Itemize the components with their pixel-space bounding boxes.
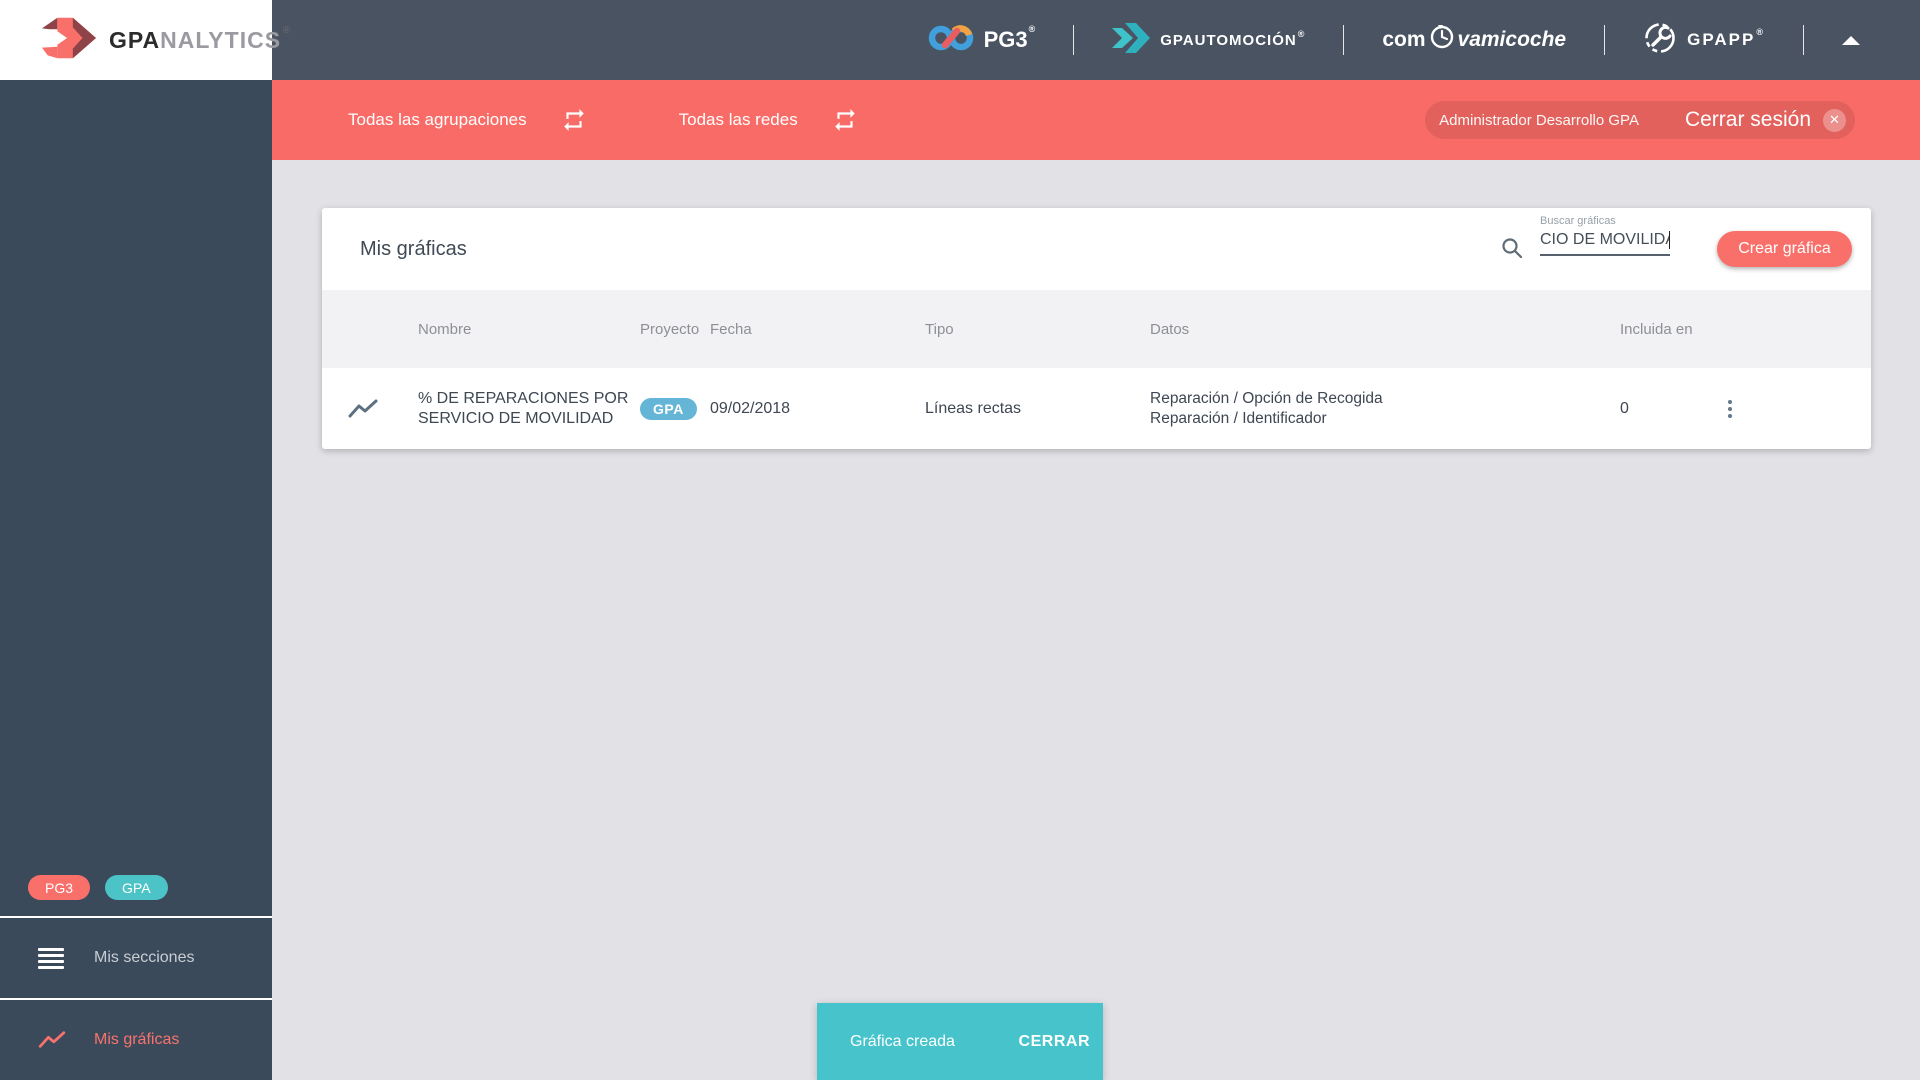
top-header: GPA NALYTICS ® PG3 ® GPAUTOMOCIÓN ® com … xyxy=(0,0,1920,80)
collapse-header-arrow-icon[interactable] xyxy=(1842,35,1860,45)
sidebar-item-label: Mis secciones xyxy=(94,949,195,966)
project-badge: GPA xyxy=(640,397,697,420)
cell-proyecto: GPA xyxy=(640,397,710,420)
swap-redes-icon[interactable] xyxy=(832,107,858,133)
gpanalytics-logo: GPA NALYTICS ® xyxy=(0,0,290,80)
table-row[interactable]: % DE REPARACIONES POR SERVICIO DE MOVILI… xyxy=(322,368,1871,449)
clock-icon xyxy=(1426,24,1458,56)
toast-message: Gráfica creada xyxy=(850,1032,955,1050)
page-title: Mis gráficas xyxy=(360,238,467,260)
menu-icon xyxy=(38,947,68,969)
row-line-chart-icon xyxy=(322,398,418,420)
col-header-nombre: Nombre xyxy=(418,320,472,338)
logout-close-icon[interactable]: ✕ xyxy=(1823,108,1846,132)
cell-datos: Reparación / Opción de Recogida Reparaci… xyxy=(1150,389,1383,427)
card-toolbar: Mis gráficas Buscar gráficas CIO DE MOVI… xyxy=(322,208,1871,290)
table-header-row: Nombre Proyecto Fecha Tipo Datos Incluid… xyxy=(322,290,1871,368)
sidebar-item-mis-graficas[interactable]: Mis gráficas xyxy=(0,1000,272,1080)
gpanalytics-wordmark: GPA NALYTICS ® xyxy=(109,24,292,53)
sidebar-badge-pg3[interactable]: PG3 xyxy=(28,875,91,900)
cell-incluida-en: 0 xyxy=(1620,399,1629,417)
sidebar-badge-gpa[interactable]: GPA xyxy=(105,875,168,900)
search-input[interactable]: CIO DE MOVILIDAD xyxy=(1540,231,1670,256)
divider xyxy=(1803,25,1804,55)
toast-close-button[interactable]: CERRAR xyxy=(1019,1033,1090,1051)
col-header-fecha: Fecha xyxy=(710,320,752,338)
comovamicoche-logo: com vamicoche xyxy=(1382,24,1566,56)
gpautomocion-arrow-icon xyxy=(1112,22,1152,58)
logout-button[interactable]: Cerrar sesión xyxy=(1685,108,1811,132)
divider xyxy=(1604,25,1606,55)
search-field: Buscar gráficas CIO DE MOVILIDAD xyxy=(1540,215,1670,256)
sidebar-item-label: Mis gráficas xyxy=(94,1031,180,1048)
gpanalytics-arrow-icon xyxy=(40,15,96,66)
cell-fecha: 09/02/2018 xyxy=(710,399,791,417)
gpautomocion-logo: GPAUTOMOCIÓN ® xyxy=(1112,22,1305,58)
row-menu-kebab-icon[interactable] xyxy=(1720,399,1740,418)
divider xyxy=(1343,25,1345,55)
swap-agrupaciones-icon[interactable] xyxy=(561,107,587,133)
divider xyxy=(1073,25,1075,55)
user-name: Administrador Desarrollo GPA xyxy=(1439,111,1639,129)
partner-logos: PG3 ® GPAUTOMOCIÓN ® com vamicoche GPAPP… xyxy=(928,21,1920,60)
filters-banner: Todas las agrupaciones Todas las redes A… xyxy=(272,80,1920,160)
session-pill: Administrador Desarrollo GPA Cerrar sesi… xyxy=(1425,101,1855,139)
snackbar-toast: Gráfica creada CERRAR xyxy=(817,1003,1103,1080)
sidebar-badges: PG3 GPA xyxy=(0,875,272,916)
pg3-infinity-icon xyxy=(928,23,974,58)
sidebar-item-mis-secciones[interactable]: Mis secciones xyxy=(0,918,272,998)
col-header-proyecto: Proyecto xyxy=(640,320,700,338)
gpapp-wrench-icon xyxy=(1643,21,1677,60)
col-header-incluida-en: Incluida en xyxy=(1620,320,1693,338)
cell-nombre: % DE REPARACIONES POR SERVICIO DE MOVILI… xyxy=(418,389,629,427)
text-caret xyxy=(1669,231,1670,249)
sidebar: PG3 GPA Mis secciones Mis gráficas xyxy=(0,80,272,1080)
cell-tipo: Líneas rectas xyxy=(925,399,1022,417)
col-header-datos: Datos xyxy=(1150,320,1190,338)
create-chart-button[interactable]: Crear gráfica xyxy=(1717,231,1852,267)
line-chart-icon xyxy=(38,1030,68,1050)
pg3-logo: PG3 ® xyxy=(928,23,1035,58)
search-icon[interactable] xyxy=(1501,237,1523,264)
col-header-tipo: Tipo xyxy=(925,320,954,338)
gpapp-logo: GPAPP ® xyxy=(1643,21,1765,60)
mis-graficas-card: Mis gráficas Buscar gráficas CIO DE MOVI… xyxy=(322,208,1871,449)
agrupaciones-label: Todas las agrupaciones xyxy=(348,110,527,129)
redes-label: Todas las redes xyxy=(678,110,798,129)
search-field-label: Buscar gráficas xyxy=(1540,215,1616,227)
